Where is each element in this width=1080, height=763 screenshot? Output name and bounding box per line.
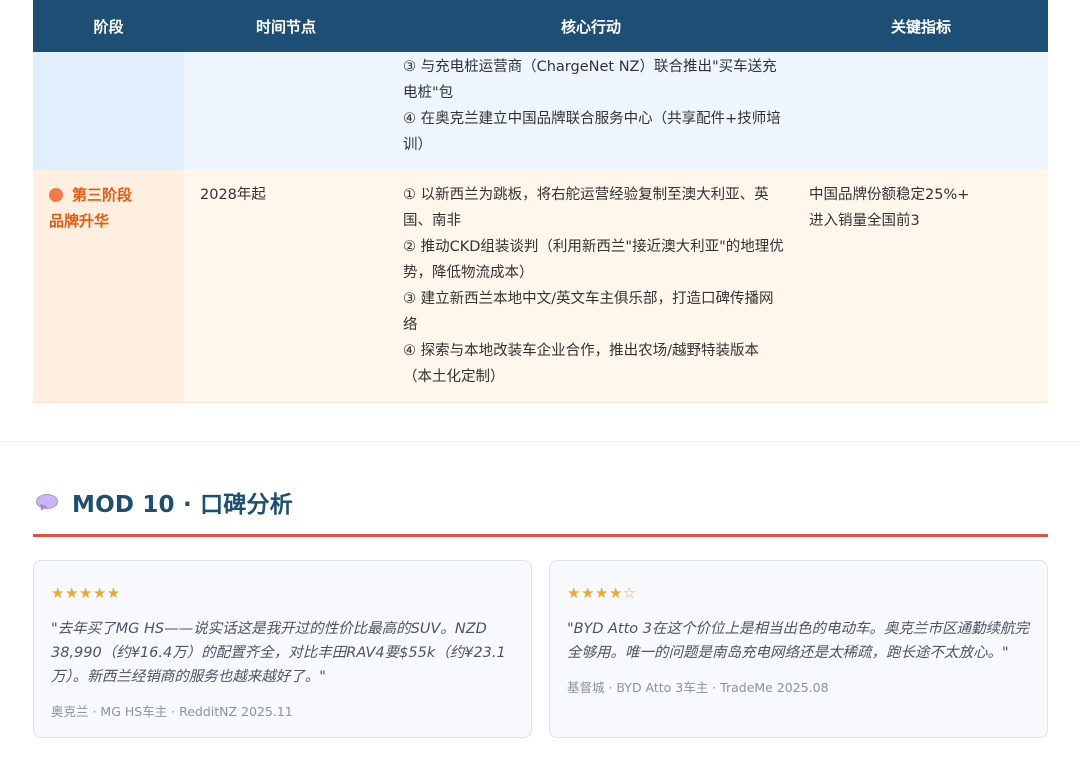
time-cell [184,52,388,170]
stage-subtitle: 品牌升华 [49,212,110,230]
action-item: ② 推动CKD组装谈判（利用新西兰"接近澳大利亚"的地理优势，降低物流成本） [403,239,784,281]
review-meta: 奥克兰 · MG HS车主 · RedditNZ 2025.11 [51,704,293,719]
stage-cell: 第三阶段 品牌升华 [33,170,184,402]
speech-bubble-icon [36,493,60,513]
time-cell: 2028年起 [200,187,266,203]
review-card: ★★★★☆ "BYD Atto 3在这个价位上是相当出色的电动车。奥克兰市区通勤… [549,560,1048,738]
actions-cell: ① 以新西兰为跳板，将右舵运营经验复制至澳大利亚、英国、南非 ② 推动CKD组装… [388,170,794,402]
table-row: 第三阶段 品牌升华 2028年起 ① 以新西兰为跳板，将右舵运营经验复制至澳大利… [33,170,1048,403]
header-time: 时间节点 [255,17,316,36]
action-item: ③ 与充电桩运营商（ChargeNet NZ）联合推出"买车送充电桩"包 [403,59,777,101]
section-divider [0,441,1080,442]
stage-title: 第三阶段 [49,182,184,208]
action-item: ④ 在奥克兰建立中国品牌联合服务中心（共享配件+技师培训） [403,111,781,153]
action-item: ③ 建立新西兰本地中文/英文车主俱乐部，打造口碑传播网络 [403,291,774,333]
review-quote: "去年买了MG HS——说实话这是我开过的性价比最高的SUV。NZD 38,99… [51,621,506,685]
action-item: ① 以新西兰为跳板，将右舵运营经验复制至澳大利亚、英国、南非 [403,187,769,229]
stage-cell [33,52,184,170]
section-title: MOD 10 · 口碑分析 [72,492,293,518]
star-rating: ★★★★★ [51,584,121,602]
orange-dot-icon [49,188,63,202]
strategy-table: 阶段 时间节点 核心行动 关键指标 ③ 与充电桩运营商（ChargeNet NZ… [33,0,1048,403]
action-item: ④ 探索与本地改装车企业合作，推出农场/越野特装版本（本土化定制） [403,343,759,385]
metrics-cell: 中国品牌份额稳定25%+ 进入销量全国前3 [794,170,1048,402]
metric-item: 进入销量全国前3 [809,213,920,229]
review-meta: 基督城 · BYD Atto 3车主 · TradeMe 2025.08 [567,680,829,695]
stage-title-text: 第三阶段 [72,186,133,204]
table-header: 阶段 时间节点 核心行动 关键指标 [33,0,1048,52]
section-heading: MOD 10 · 口碑分析 [36,484,293,520]
header-metrics: 关键指标 [890,17,951,36]
metric-item: 中国品牌份额稳定25%+ [809,187,970,203]
review-card: ★★★★★ "去年买了MG HS——说实话这是我开过的性价比最高的SUV。NZD… [33,560,532,738]
actions-cell: ③ 与充电桩运营商（ChargeNet NZ）联合推出"买车送充电桩"包 ④ 在… [388,52,794,170]
review-quote: "BYD Atto 3在这个价位上是相当出色的电动车。奥克兰市区通勤续航完全够用… [567,621,1029,661]
header-actions: 核心行动 [560,17,621,36]
star-rating: ★★★★☆ [567,584,637,602]
table-row: ③ 与充电桩运营商（ChargeNet NZ）联合推出"买车送充电桩"包 ④ 在… [33,52,1048,170]
header-stage: 阶段 [93,17,124,36]
metrics-cell [794,52,1048,170]
section-rule [33,534,1048,537]
